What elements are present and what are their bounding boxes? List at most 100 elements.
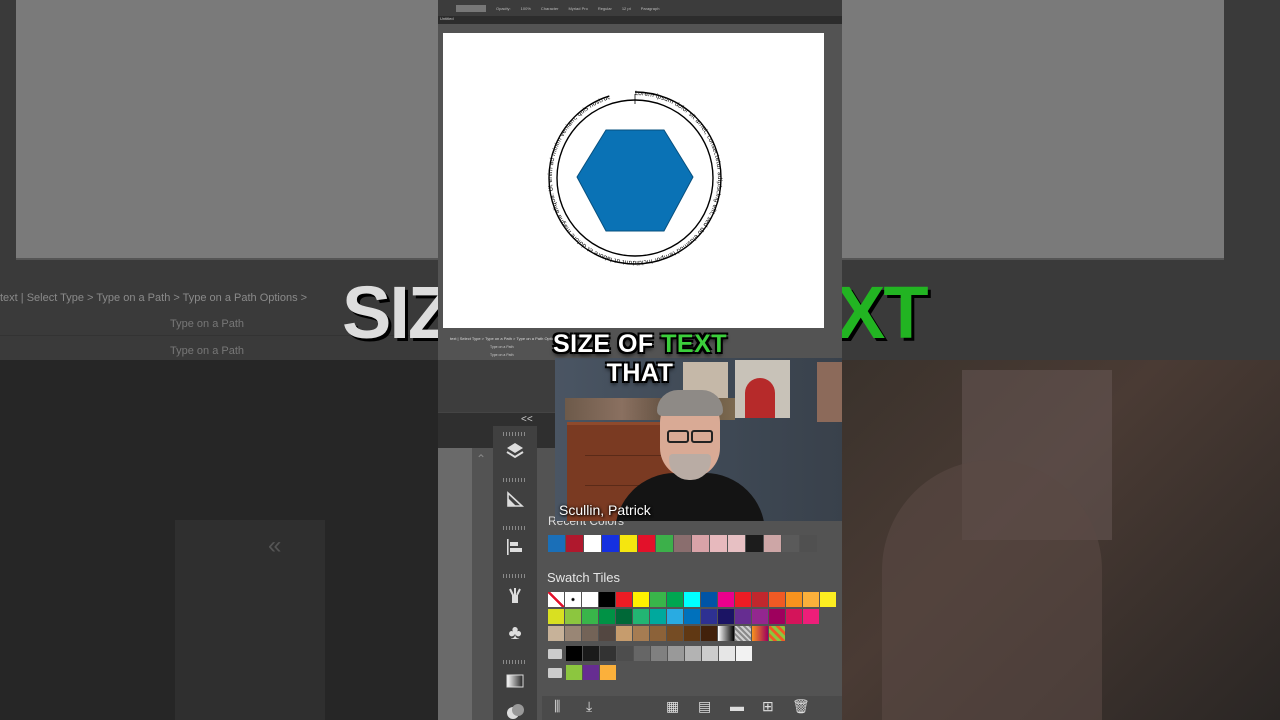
swatch-tile[interactable] — [566, 665, 583, 681]
swatch-tile[interactable] — [650, 592, 667, 608]
opacity-value[interactable]: 100% — [521, 6, 531, 11]
swatch-tile[interactable] — [667, 592, 684, 608]
recent-color-swatch[interactable] — [710, 535, 728, 552]
swatch-tile[interactable] — [719, 646, 736, 662]
scroll-up-icon[interactable]: ⌃ — [476, 452, 486, 466]
document-tab[interactable]: Untitled — [438, 16, 842, 24]
swatch-tile[interactable] — [735, 592, 752, 608]
swatch-tile[interactable] — [803, 609, 820, 625]
panel-scrollbar[interactable]: ⌃ — [472, 448, 492, 720]
grip-icon[interactable] — [503, 432, 527, 436]
swatch-tile[interactable] — [718, 592, 735, 608]
layers-icon[interactable] — [499, 440, 531, 470]
artboard[interactable]: Lorem ipsum dolor sit amet, consectetur … — [441, 28, 824, 328]
collapse-panels-button[interactable]: << — [521, 414, 533, 425]
swatch-tile[interactable] — [600, 665, 617, 681]
swatch-tile[interactable] — [820, 592, 837, 608]
recent-color-swatch[interactable] — [728, 535, 746, 552]
swatch-tile[interactable] — [803, 592, 820, 608]
swatch-tile[interactable] — [718, 609, 735, 625]
delete-swatch-icon[interactable]: 🗑 — [792, 698, 810, 715]
grip-icon[interactable] — [503, 478, 527, 482]
recent-color-swatch[interactable] — [566, 535, 584, 552]
new-swatch-icon[interactable]: ⊞ — [762, 698, 774, 715]
recent-color-swatch[interactable] — [692, 535, 710, 552]
recent-color-swatch[interactable] — [638, 535, 656, 552]
swatch-tile[interactable] — [633, 592, 650, 608]
swatch-tile[interactable] — [599, 609, 616, 625]
brushes-icon[interactable] — [499, 584, 531, 614]
swatch-tile[interactable] — [684, 592, 701, 608]
swatch-tile[interactable] — [735, 609, 752, 625]
swatch-tile[interactable] — [633, 609, 650, 625]
font-size-select[interactable]: 12 pt — [622, 6, 631, 11]
swatch-tile[interactable] — [548, 592, 565, 608]
swatch-tile[interactable] — [583, 665, 600, 681]
swatch-tile[interactable] — [566, 646, 583, 662]
grip-icon[interactable] — [503, 660, 527, 664]
swatch-tile[interactable] — [752, 609, 769, 625]
swatch-tile[interactable] — [736, 646, 753, 662]
swatch-tile[interactable] — [634, 646, 651, 662]
swatch-libraries-icon[interactable]: ⫼ — [554, 698, 560, 715]
swatch-tile[interactable] — [735, 626, 752, 642]
swatch-tile[interactable] — [633, 626, 650, 642]
show-kind-icon[interactable]: ▦ — [666, 698, 679, 715]
font-family-select[interactable]: Myriad Pro — [568, 6, 587, 11]
swatch-tile[interactable] — [616, 609, 633, 625]
swatch-tile[interactable] — [702, 646, 719, 662]
grip-icon[interactable] — [503, 574, 527, 578]
swatch-tile[interactable] — [651, 646, 668, 662]
swatch-tile[interactable] — [786, 592, 803, 608]
swatch-tile[interactable] — [685, 646, 702, 662]
swatch-tile[interactable] — [668, 646, 685, 662]
swatch-tile[interactable] — [582, 592, 599, 608]
swatch-tile[interactable] — [752, 592, 769, 608]
recent-color-swatch[interactable] — [764, 535, 782, 552]
place-swatches-icon[interactable]: ⤓ — [586, 698, 592, 715]
transparency-icon[interactable] — [499, 700, 531, 720]
swatch-tile[interactable] — [617, 646, 634, 662]
swatch-tile[interactable] — [667, 609, 684, 625]
new-color-group-icon[interactable]: ▬ — [730, 698, 744, 714]
swatch-tile[interactable] — [684, 626, 701, 642]
align-icon[interactable] — [499, 536, 531, 566]
path-text[interactable]: Lorem ipsum dolor sit amet, consectetur … — [441, 28, 723, 266]
swatch-tile[interactable] — [769, 609, 786, 625]
swatch-tile[interactable] — [599, 626, 616, 642]
swatch-tile[interactable] — [565, 609, 582, 625]
hexagon-shape[interactable] — [576, 129, 694, 232]
swatch-tile[interactable] — [786, 609, 803, 625]
swatch-tile[interactable] — [548, 609, 565, 625]
swatch-tile[interactable] — [769, 626, 786, 642]
gradient-icon[interactable] — [499, 670, 531, 700]
swatch-tile[interactable] — [599, 592, 616, 608]
swatch-tile[interactable] — [583, 646, 600, 662]
swatch-tile[interactable] — [565, 626, 582, 642]
recent-color-swatch[interactable] — [800, 535, 818, 552]
paragraph-label[interactable]: Paragraph — [641, 6, 660, 11]
swatch-tile[interactable] — [565, 592, 582, 608]
swatch-tile[interactable] — [616, 592, 633, 608]
swatch-options-icon[interactable]: ▤ — [698, 698, 711, 715]
swatch-tile[interactable] — [600, 646, 617, 662]
font-style-select[interactable]: Regular — [598, 6, 612, 11]
swatch-tile[interactable] — [769, 592, 786, 608]
swatch-tile[interactable] — [701, 609, 718, 625]
recent-color-swatch[interactable] — [548, 535, 566, 552]
swatch-tile[interactable] — [752, 626, 769, 642]
character-label[interactable]: Character — [541, 6, 559, 11]
swatch-folder-icon[interactable] — [548, 649, 562, 659]
swatch-folder-icon[interactable] — [548, 668, 562, 678]
recent-color-swatch[interactable] — [620, 535, 638, 552]
recent-color-swatch[interactable] — [782, 535, 800, 552]
recent-color-swatch[interactable] — [746, 535, 764, 552]
grip-icon[interactable] — [503, 526, 527, 530]
swatch-tile[interactable] — [701, 626, 718, 642]
recent-color-swatch[interactable] — [602, 535, 620, 552]
recent-color-swatch[interactable] — [584, 535, 602, 552]
appearance-icon[interactable] — [499, 488, 531, 518]
swatch-tile[interactable] — [684, 609, 701, 625]
stroke-swatch[interactable] — [456, 4, 486, 12]
swatch-tile[interactable] — [582, 609, 599, 625]
